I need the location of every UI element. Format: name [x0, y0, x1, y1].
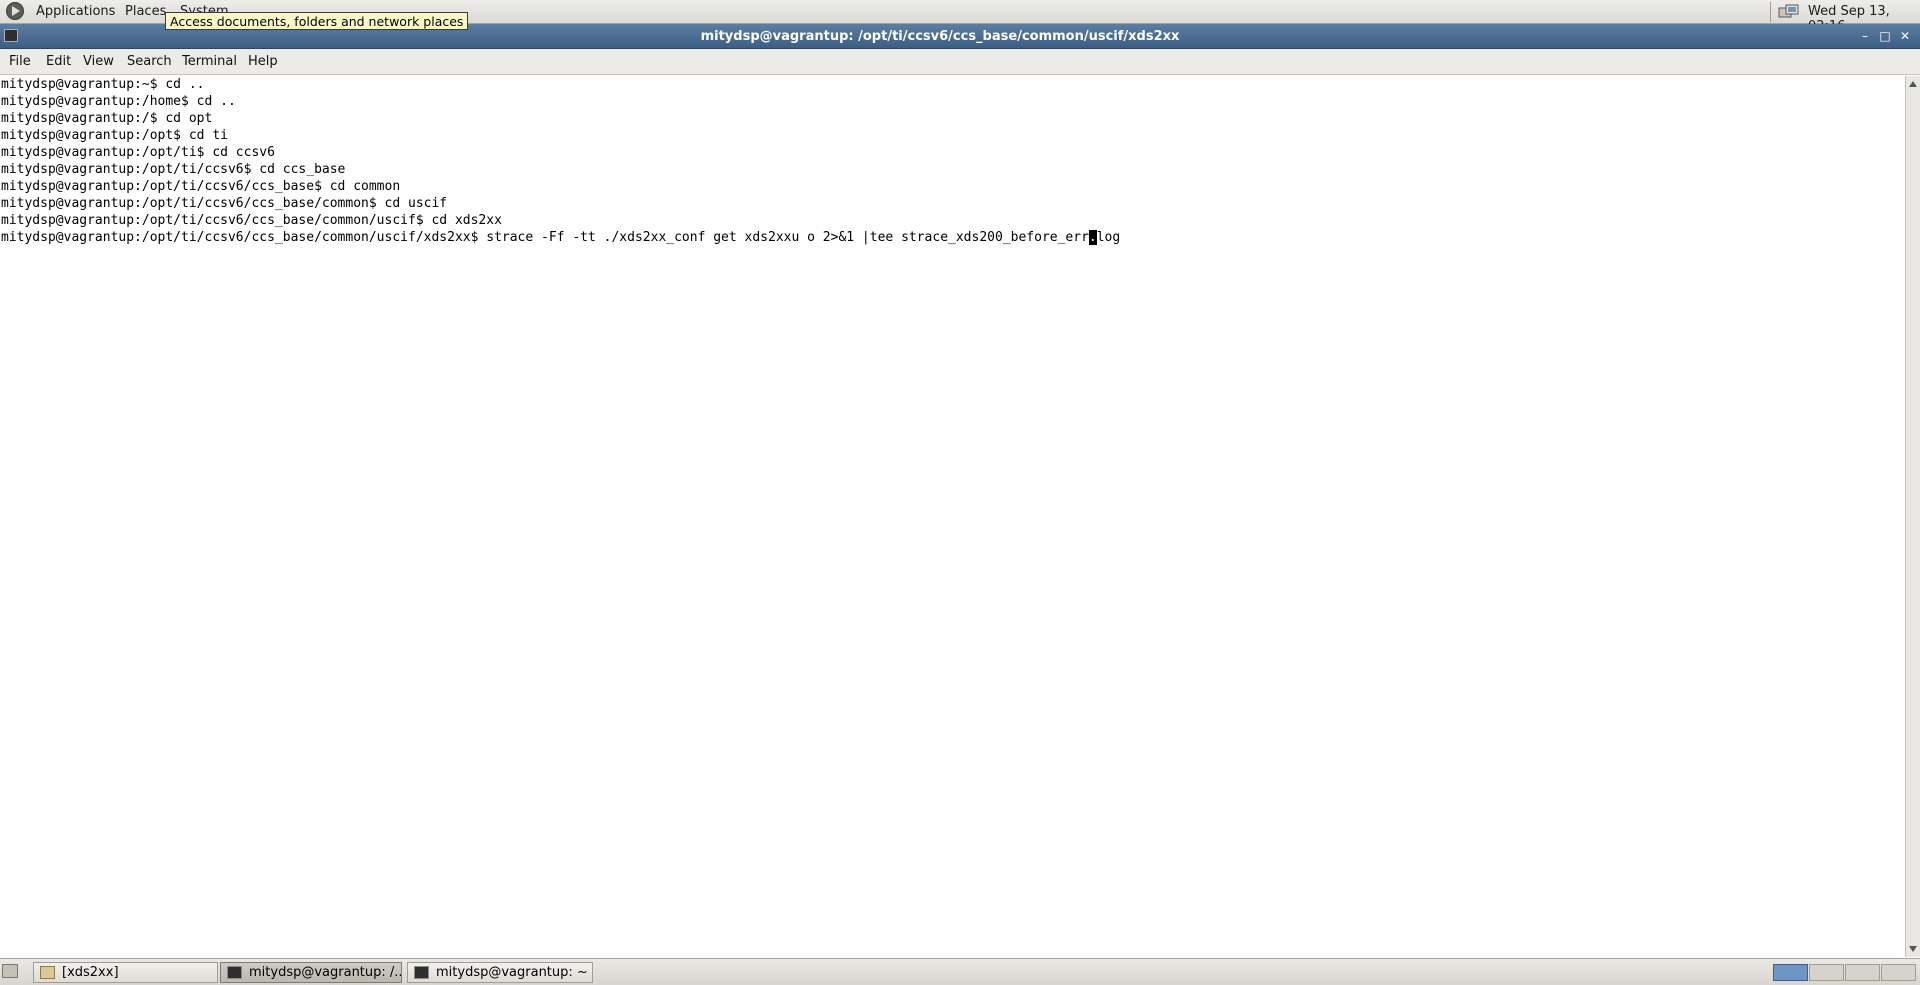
terminal-scrollbar[interactable] — [1905, 76, 1920, 957]
panel-separator — [1770, 2, 1771, 22]
terminal-line: mitydsp@vagrantup:/opt/ti/ccsv6$ cd ccs_… — [1, 162, 346, 177]
menu-search[interactable]: Search — [127, 54, 172, 69]
terminal-line: mitydsp@vagrantup:/opt/ti/ccsv6/ccs_base… — [1, 196, 448, 211]
close-button[interactable]: ✕ — [1898, 29, 1912, 43]
places-menu[interactable]: Places — [125, 4, 166, 19]
terminal-line: mitydsp@vagrantup:~$ cd .. — [1, 77, 205, 92]
current-command-text: mitydsp@vagrantup:/opt/ti/ccsv6/ccs_base… — [1, 230, 1089, 245]
scroll-down-arrow-icon[interactable] — [1909, 946, 1917, 952]
terminal-line: mitydsp@vagrantup:/opt/ti/ccsv6/ccs_base… — [1, 213, 502, 228]
menu-help[interactable]: Help — [248, 54, 278, 69]
terminal-line: mitydsp@vagrantup:/$ cd opt — [1, 111, 213, 126]
task-terminal-home[interactable]: mitydsp@vagrantup: ~ — [407, 962, 593, 983]
menubar: File Edit View Search Terminal Help — [0, 49, 1920, 75]
menu-edit[interactable]: Edit — [46, 54, 71, 69]
bottom-panel: [xds2xx] mitydsp@vagrantup: /... mitydsp… — [0, 958, 1920, 985]
places-tooltip: Access documents, folders and network pl… — [165, 12, 469, 30]
task-label: mitydsp@vagrantup: /... — [249, 965, 402, 980]
terminal-line: mitydsp@vagrantup:/opt/ti/ccsv6/ccs_base… — [1, 179, 401, 194]
workspace-1[interactable] — [1773, 964, 1808, 981]
gnome-logo-icon[interactable] — [6, 2, 24, 20]
task-label: mitydsp@vagrantup: ~ — [436, 965, 588, 980]
network-icon[interactable] — [1778, 3, 1800, 21]
terminal-current-line: mitydsp@vagrantup:/opt/ti/ccsv6/ccs_base… — [0, 229, 1905, 246]
show-desktop-icon[interactable] — [2, 964, 18, 978]
terminal-icon — [414, 966, 429, 979]
menu-terminal[interactable]: Terminal — [182, 54, 237, 69]
menu-file[interactable]: File — [9, 54, 31, 69]
minimize-button[interactable]: – — [1858, 29, 1872, 43]
maximize-button[interactable]: □ — [1878, 29, 1892, 43]
terminal-line: mitydsp@vagrantup:/opt/ti$ cd ccsv6 — [1, 145, 275, 160]
folder-icon — [40, 966, 55, 979]
current-command-tail: log — [1096, 230, 1121, 245]
workspace-3[interactable] — [1845, 964, 1880, 981]
task-xds2xx-folder[interactable]: [xds2xx] — [33, 962, 218, 983]
terminal-icon — [227, 966, 242, 979]
terminal-cursor: . — [1088, 230, 1097, 245]
task-label: [xds2xx] — [62, 965, 119, 980]
menu-view[interactable]: View — [83, 54, 114, 69]
terminal-output[interactable]: mitydsp@vagrantup:~$ cd .. mitydsp@vagra… — [0, 76, 1905, 957]
terminal-line: mitydsp@vagrantup:/home$ cd .. — [1, 94, 236, 109]
workspace-4[interactable] — [1881, 964, 1916, 981]
workspace-2[interactable] — [1809, 964, 1844, 981]
applications-menu[interactable]: Applications — [36, 4, 115, 19]
task-terminal-xds2xx[interactable]: mitydsp@vagrantup: /... — [220, 962, 402, 983]
window-title: mitydsp@vagrantup: /opt/ti/ccsv6/ccs_bas… — [700, 29, 1180, 44]
scroll-up-arrow-icon[interactable] — [1909, 81, 1917, 87]
terminal-line: mitydsp@vagrantup:/opt$ cd ti — [1, 128, 228, 143]
